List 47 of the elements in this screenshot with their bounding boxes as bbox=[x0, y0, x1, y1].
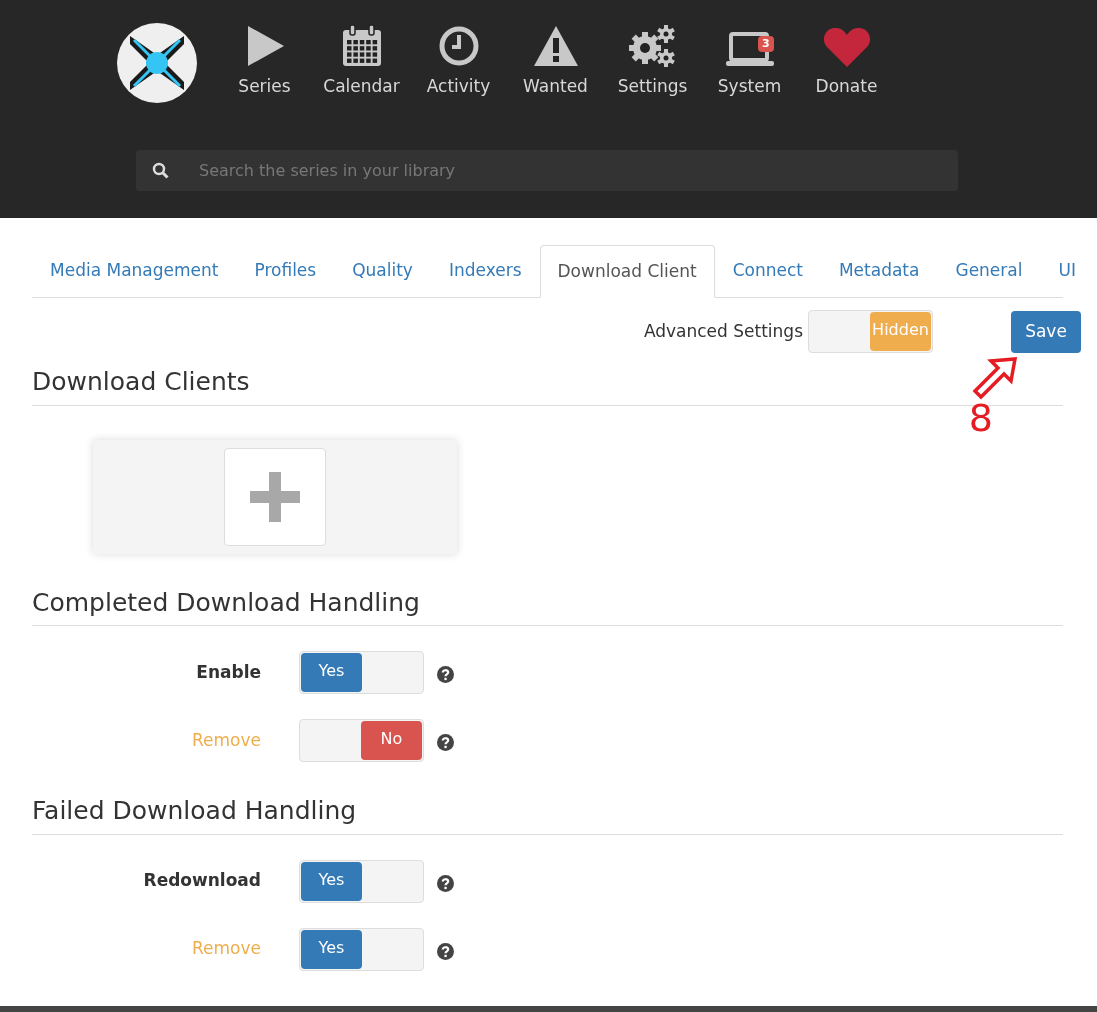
notification-badge: 3 bbox=[758, 36, 774, 52]
warning-icon bbox=[532, 24, 579, 68]
logo-icon[interactable] bbox=[116, 22, 198, 104]
field-label: Remove bbox=[191, 728, 261, 752]
settings-tab[interactable]: Quality bbox=[334, 245, 431, 297]
toggle-switch[interactable]: Yes bbox=[299, 927, 424, 971]
nav-item[interactable]: Settings bbox=[604, 22, 701, 100]
help-icon bbox=[437, 666, 454, 683]
settings-tab[interactable]: Metadata bbox=[820, 245, 938, 297]
settings-tab[interactable]: General bbox=[937, 245, 1041, 297]
toggle-label: Yes bbox=[301, 653, 362, 692]
settings-tab[interactable]: Download Client bbox=[539, 245, 715, 298]
field-label: Enable bbox=[195, 660, 261, 684]
nav-item[interactable]: System 3 bbox=[701, 22, 798, 100]
section-heading: Completed Download Handling bbox=[32, 583, 1063, 626]
calendar-icon bbox=[340, 24, 383, 68]
nav-item[interactable]: Calendar bbox=[313, 22, 410, 100]
toggle-label: Yes bbox=[301, 929, 362, 969]
save-button[interactable]: Save bbox=[1011, 310, 1081, 353]
search-field[interactable]: Search the series in your library bbox=[136, 150, 958, 191]
toggle-label: Yes bbox=[301, 861, 362, 901]
heart-icon bbox=[822, 26, 871, 68]
settings-tab[interactable]: Indexers bbox=[430, 245, 540, 297]
settings-tab[interactable]: Connect bbox=[714, 245, 821, 297]
settings-tab[interactable]: Profiles bbox=[236, 245, 335, 297]
nav-item[interactable]: Activity bbox=[410, 22, 507, 100]
help-icon bbox=[437, 734, 454, 751]
search-icon bbox=[152, 162, 169, 179]
field-label: Remove bbox=[191, 937, 261, 961]
help-icon bbox=[437, 874, 454, 892]
advanced-settings-label: Advanced Settings bbox=[643, 319, 803, 343]
settings-tab[interactable]: UI bbox=[1040, 245, 1094, 297]
section-heading: Failed Download Handling bbox=[32, 792, 1063, 835]
toggle-switch[interactable]: Yes bbox=[299, 859, 424, 903]
settings-tab[interactable]: Media Management bbox=[32, 245, 237, 297]
nav-item[interactable]: Donate bbox=[798, 22, 895, 100]
toggle-switch[interactable]: Yes bbox=[299, 651, 424, 694]
laptop-icon bbox=[724, 32, 775, 68]
clock-icon bbox=[437, 24, 480, 68]
toggle-label: No bbox=[361, 721, 422, 760]
nav-item[interactable]: Wanted bbox=[507, 22, 604, 100]
help-icon bbox=[437, 942, 454, 960]
nav-item[interactable]: Series bbox=[216, 22, 313, 100]
plus-icon bbox=[250, 471, 300, 522]
field-label: Redownload bbox=[142, 869, 261, 893]
toggle-switch[interactable]: No bbox=[299, 719, 424, 762]
toggle-label: Hidden bbox=[870, 312, 931, 351]
